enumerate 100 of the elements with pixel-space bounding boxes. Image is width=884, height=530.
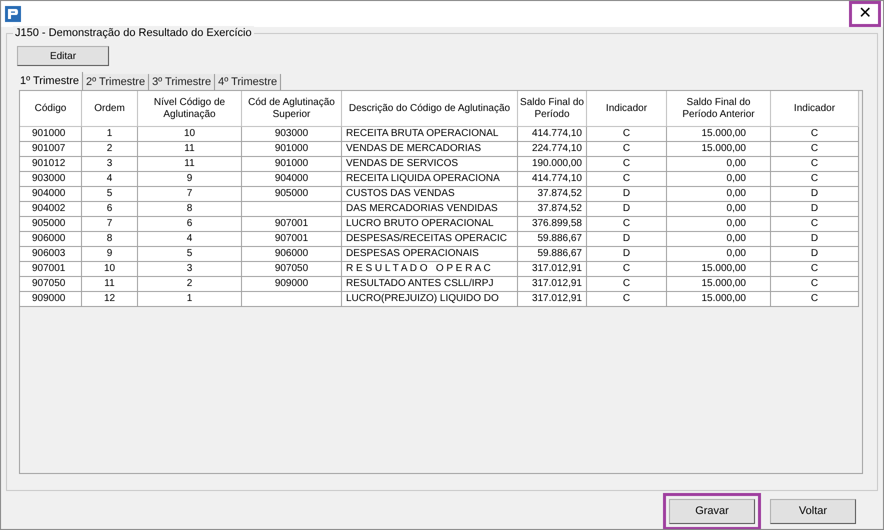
previous-balance-cell: 0,00 (667, 247, 771, 262)
parent-code-cell: 907001 (242, 232, 342, 247)
column-header: Cód de Aglutinação Superior (242, 91, 342, 127)
indicator-cell: C (771, 292, 859, 307)
description-cell: R E S U L T A D O O P E R A C (342, 262, 518, 277)
balance-cell: 376.899,58 (518, 217, 587, 232)
previous-balance-cell: 15.000,00 (667, 142, 771, 157)
indicator-cell: C (771, 277, 859, 292)
balance-cell: 59.886,67 (518, 247, 587, 262)
code-cell: 907050 (20, 277, 82, 292)
balance-cell: 414.774,10 (518, 127, 587, 142)
indicator-cell: C (587, 292, 667, 307)
level-cell: 9 (138, 172, 242, 187)
previous-balance-cell: 0,00 (667, 187, 771, 202)
tab[interactable]: 2º Trimestre (83, 74, 150, 90)
level-cell: 10 (138, 127, 242, 142)
indicator-cell: C (771, 127, 859, 142)
balance-cell: 59.886,67 (518, 232, 587, 247)
previous-balance-cell: 0,00 (667, 232, 771, 247)
level-cell: 8 (138, 202, 242, 217)
order-cell: 4 (82, 172, 138, 187)
indicator-cell: C (771, 142, 859, 157)
parent-code-cell: 901000 (242, 142, 342, 157)
level-cell: 1 (138, 292, 242, 307)
tab[interactable]: 3º Trimestre (149, 74, 216, 90)
code-cell: 904000 (20, 187, 82, 202)
indicator-cell: C (587, 262, 667, 277)
previous-balance-cell: 0,00 (667, 202, 771, 217)
level-cell: 3 (138, 262, 242, 277)
order-cell: 1 (82, 127, 138, 142)
edit-button[interactable]: Editar (17, 46, 109, 66)
level-cell: 2 (138, 277, 242, 292)
code-cell: 909000 (20, 292, 82, 307)
parent-code-cell: 909000 (242, 277, 342, 292)
description-cell: RESULTADO ANTES CSLL/IRPJ (342, 277, 518, 292)
order-cell: 5 (82, 187, 138, 202)
indicator-cell: C (587, 217, 667, 232)
save-button[interactable]: Gravar (663, 493, 761, 529)
parent-code-cell: 903000 (242, 127, 342, 142)
balance-cell: 317.012,91 (518, 292, 587, 307)
indicator-cell: C (587, 277, 667, 292)
order-cell: 9 (82, 247, 138, 262)
code-cell: 907001 (20, 262, 82, 277)
code-cell: 901000 (20, 127, 82, 142)
parent-code-cell: 906000 (242, 247, 342, 262)
balance-cell: 190.000,00 (518, 157, 587, 172)
parent-code-cell: 907050 (242, 262, 342, 277)
level-cell: 11 (138, 157, 242, 172)
code-cell: 901012 (20, 157, 82, 172)
column-header: Nível Código de Aglutinação (138, 91, 242, 127)
group-title: J150 - Demonstração do Resultado do Exercício (13, 26, 254, 40)
description-cell: LUCRO BRUTO OPERACIONAL (342, 217, 518, 232)
description-cell: DESPESAS OPERACIONAIS (342, 247, 518, 262)
balance-cell: 224.774,10 (518, 142, 587, 157)
order-cell: 7 (82, 217, 138, 232)
level-cell: 11 (138, 142, 242, 157)
level-cell: 7 (138, 187, 242, 202)
previous-balance-cell: 0,00 (667, 172, 771, 187)
column-header: Indicador (771, 91, 859, 127)
level-cell: 6 (138, 217, 242, 232)
description-cell: DAS MERCADORIAS VENDIDAS (342, 202, 518, 217)
balance-cell: 37.874,52 (518, 202, 587, 217)
balance-cell: 414.774,10 (518, 172, 587, 187)
indicator-cell: C (587, 157, 667, 172)
order-cell: 12 (82, 292, 138, 307)
level-cell: 4 (138, 232, 242, 247)
column-header: Descrição do Código de Aglutinação (342, 91, 518, 127)
order-cell: 6 (82, 202, 138, 217)
indicator-cell: C (771, 262, 859, 277)
code-cell: 903000 (20, 172, 82, 187)
indicator-cell: D (587, 202, 667, 217)
close-button[interactable]: ✕ (849, 1, 881, 27)
code-cell: 906000 (20, 232, 82, 247)
indicator-cell: C (587, 127, 667, 142)
tab[interactable]: 4º Trimestre (215, 74, 282, 90)
column-header: Indicador (587, 91, 667, 127)
indicator-cell: D (771, 247, 859, 262)
parent-code-cell: 905000 (242, 187, 342, 202)
description-cell: RECEITA LIQUIDA OPERACIONA (342, 172, 518, 187)
level-cell: 5 (138, 247, 242, 262)
parent-code-cell: 901000 (242, 157, 342, 172)
previous-balance-cell: 15.000,00 (667, 127, 771, 142)
description-cell: RECEITA BRUTA OPERACIONAL (342, 127, 518, 142)
description-cell: CUSTOS DAS VENDAS (342, 187, 518, 202)
indicator-cell: C (771, 157, 859, 172)
balance-cell: 317.012,91 (518, 277, 587, 292)
column-header: Código (20, 91, 82, 127)
app-logo-icon (5, 6, 21, 22)
indicator-cell: D (771, 187, 859, 202)
code-cell: 906003 (20, 247, 82, 262)
previous-balance-cell: 15.000,00 (667, 277, 771, 292)
column-header: Saldo Final do Período Anterior (667, 91, 771, 127)
indicator-cell: C (771, 172, 859, 187)
indicator-cell: D (771, 202, 859, 217)
order-cell: 10 (82, 262, 138, 277)
indicator-cell: C (771, 217, 859, 232)
indicator-cell: D (587, 187, 667, 202)
previous-balance-cell: 15.000,00 (667, 292, 771, 307)
order-cell: 11 (82, 277, 138, 292)
indicator-cell: D (771, 232, 859, 247)
